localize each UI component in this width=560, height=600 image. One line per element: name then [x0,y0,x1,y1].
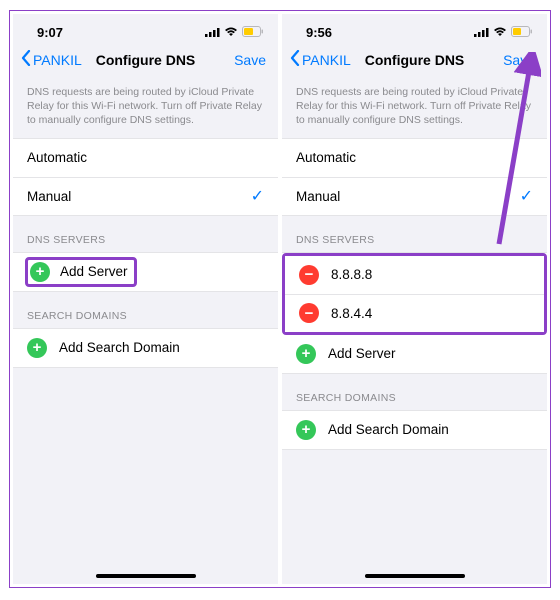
dns-servers-group: − 8.8.8.8 − 8.8.4.4 + Add Server [282,252,547,374]
option-manual[interactable]: Manual ✓ [13,177,278,215]
dns-servers-header: DNS SERVERS [282,216,547,252]
dns-servers-header: DNS SERVERS [13,216,278,252]
server-address: 8.8.4.4 [331,306,372,321]
back-label: PANKIL [33,52,82,68]
save-button[interactable]: Save [503,52,535,68]
add-domain-row[interactable]: + Add Search Domain [13,329,278,367]
right-phone: 9:56 PANKIL Configure DNS Save DNS re [282,14,547,584]
status-bar: 9:56 [282,14,547,44]
search-domains-group: + Add Search Domain [282,410,547,450]
checkmark-icon: ✓ [520,186,533,206]
minus-icon[interactable]: − [299,265,319,285]
status-bar: 9:07 [13,14,278,44]
highlight-annotation: + Add Server [25,257,137,287]
dns-mode-group: Automatic Manual ✓ [282,138,547,216]
home-indicator[interactable] [365,574,465,578]
add-server-row[interactable]: + Add Server [13,253,278,291]
status-icons [205,25,264,40]
status-time: 9:07 [37,25,63,40]
option-automatic[interactable]: Automatic [282,139,547,177]
status-icons [474,25,533,40]
battery-icon [511,25,533,40]
option-label: Manual [296,189,340,204]
plus-icon: + [27,338,47,358]
server-row[interactable]: − 8.8.4.4 [285,294,544,332]
search-domains-header: SEARCH DOMAINS [282,374,547,410]
dns-servers-group: + Add Server [13,252,278,292]
cellular-icon [205,25,220,40]
search-domains-group: + Add Search Domain [13,328,278,368]
home-indicator[interactable] [96,574,196,578]
page-title: Configure DNS [96,52,196,68]
minus-icon[interactable]: − [299,303,319,323]
status-time: 9:56 [306,25,332,40]
add-server-label: Add Server [60,264,128,279]
wifi-icon [493,25,507,40]
nav-bar: PANKIL Configure DNS Save [13,44,278,79]
back-button[interactable]: PANKIL [21,50,82,69]
plus-icon: + [30,262,50,282]
chevron-left-icon [290,50,300,69]
add-server-label: Add Server [328,346,396,361]
screenshot-pair: 9:07 PANKIL Configure DNS Save DNS re [9,10,551,588]
wifi-icon [224,25,238,40]
search-domains-header: SEARCH DOMAINS [13,292,278,328]
plus-icon: + [296,344,316,364]
highlight-annotation: − 8.8.8.8 − 8.8.4.4 [282,253,547,335]
checkmark-icon: ✓ [251,186,264,206]
nav-bar: PANKIL Configure DNS Save [282,44,547,79]
option-label: Automatic [296,150,356,165]
add-domain-label: Add Search Domain [328,422,449,437]
chevron-left-icon [21,50,31,69]
plus-icon: + [296,420,316,440]
add-domain-row[interactable]: + Add Search Domain [282,411,547,449]
server-address: 8.8.8.8 [331,267,372,282]
option-manual[interactable]: Manual ✓ [282,177,547,215]
back-button[interactable]: PANKIL [290,50,351,69]
back-label: PANKIL [302,52,351,68]
option-label: Automatic [27,150,87,165]
add-server-row[interactable]: + Add Server [282,335,547,373]
description-text: DNS requests are being routed by iCloud … [13,79,278,138]
left-phone: 9:07 PANKIL Configure DNS Save DNS re [13,14,278,584]
option-label: Manual [27,189,71,204]
cellular-icon [474,25,489,40]
add-domain-label: Add Search Domain [59,340,180,355]
description-text: DNS requests are being routed by iCloud … [282,79,547,138]
save-button[interactable]: Save [234,52,266,68]
option-automatic[interactable]: Automatic [13,139,278,177]
dns-mode-group: Automatic Manual ✓ [13,138,278,216]
battery-icon [242,25,264,40]
page-title: Configure DNS [365,52,465,68]
server-row[interactable]: − 8.8.8.8 [285,256,544,294]
